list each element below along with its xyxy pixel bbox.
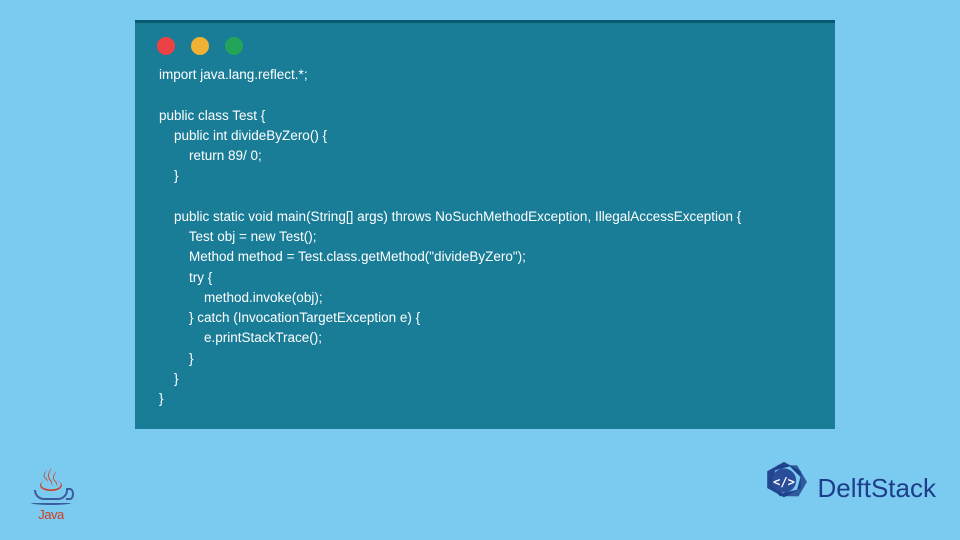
- close-icon[interactable]: [157, 37, 175, 55]
- java-cup-icon: [34, 490, 68, 500]
- java-label: Java: [38, 507, 63, 522]
- maximize-icon[interactable]: [225, 37, 243, 55]
- minimize-icon[interactable]: [191, 37, 209, 55]
- delftstack-label: DelftStack: [818, 473, 937, 504]
- code-window: import java.lang.reflect.*; public class…: [135, 20, 835, 429]
- code-block: import java.lang.reflect.*; public class…: [135, 65, 835, 417]
- java-saucer-icon: [31, 501, 71, 505]
- java-logo: ♨ Java: [26, 452, 76, 522]
- delftstack-logo: </> DelftStack: [756, 460, 937, 516]
- delftstack-icon: </>: [756, 460, 812, 516]
- svg-text:</>: </>: [773, 475, 795, 489]
- window-traffic-lights: [135, 23, 835, 65]
